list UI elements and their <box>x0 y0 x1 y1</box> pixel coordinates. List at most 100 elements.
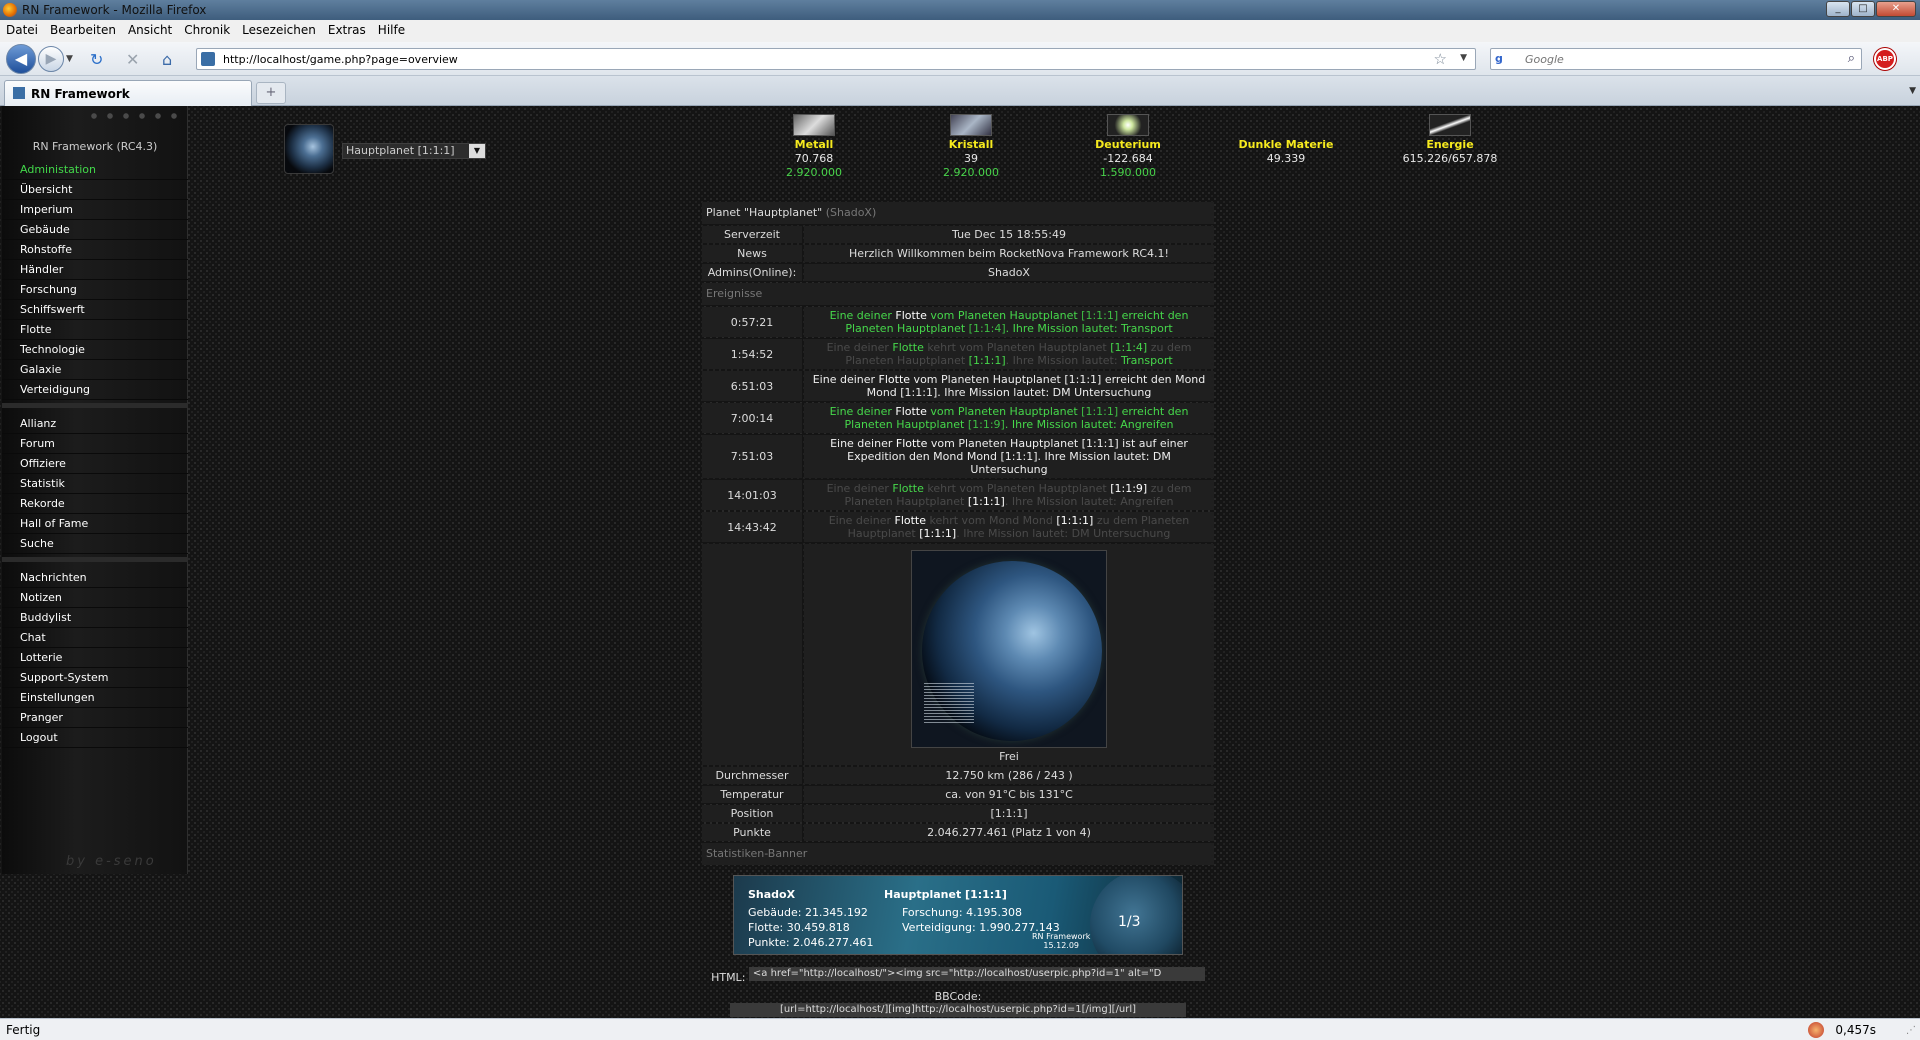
resize-grip-icon[interactable]: ⋰ <box>1906 1025 1916 1036</box>
menu-item-logout[interactable]: Logout <box>2 728 188 748</box>
forward-arrow-icon[interactable]: ▶ <box>38 46 64 72</box>
back-arrow-icon[interactable]: ◀ <box>6 44 36 74</box>
menu-bearbeiten[interactable]: Bearbeiten <box>44 20 122 37</box>
menu-brand-logo: by e-seno <box>66 854 157 869</box>
tab-list-icon[interactable]: ▼ <box>1909 86 1916 96</box>
menu-item-flotte[interactable]: Flotte <box>2 320 188 340</box>
menu-datei[interactable]: Datei <box>0 20 44 37</box>
status-bar: Fertig 0,457s ⋰ <box>0 1018 1920 1040</box>
chevron-down-icon[interactable]: ▼ <box>469 144 485 158</box>
reload-icon[interactable]: ↻ <box>90 50 103 69</box>
menu-item-gebaeude[interactable]: Gebäude <box>2 220 188 240</box>
temperatur-value: ca. von 91°C bis 131°C <box>804 786 1214 803</box>
event-row: 14:01:03 Eine deiner Flotte kehrt vom Pl… <box>702 480 1214 510</box>
menu-item-notizen[interactable]: Notizen <box>2 588 188 608</box>
coord-link[interactable]: [1:1:1] <box>919 527 956 540</box>
menu-item-administation[interactable]: Administation <box>2 160 188 180</box>
event-time: 14:01:03 <box>702 480 802 510</box>
fleet-link[interactable]: Flotte <box>879 373 911 386</box>
search-icon[interactable]: ⌕ <box>1848 51 1855 66</box>
google-icon[interactable]: g <box>1495 52 1509 66</box>
menu-item-uebersicht[interactable]: Übersicht <box>2 180 188 200</box>
coord-link[interactable]: [1:1:1] <box>969 354 1006 367</box>
event-time: 6:51:03 <box>702 371 802 401</box>
fleet-link[interactable]: Flotte <box>895 514 927 527</box>
fleet-link[interactable]: Flotte <box>892 341 924 354</box>
menu-item-pranger[interactable]: Pranger <box>2 708 188 728</box>
event-message: Eine deiner Flotte kehrt vom Mond Mond [… <box>804 512 1214 542</box>
menu-item-forschung[interactable]: Forschung <box>2 280 188 300</box>
menu-item-statistik[interactable]: Statistik <box>2 474 188 494</box>
coord-link[interactable]: [1:1:1] <box>900 386 937 399</box>
tab-rn-framework[interactable]: RN Framework <box>4 80 252 106</box>
coord-link[interactable]: [1:1:9] <box>1110 482 1147 495</box>
search-input[interactable] <box>1525 51 1825 67</box>
menu-item-allianz[interactable]: Allianz <box>2 414 188 434</box>
fleet-link[interactable]: Flotte <box>895 405 927 418</box>
new-tab-button[interactable]: + <box>256 82 286 104</box>
menu-item-galaxie[interactable]: Galaxie <box>2 360 188 380</box>
menu-item-support-system[interactable]: Support-System <box>2 668 188 688</box>
minimize-button[interactable]: _ <box>1826 1 1850 17</box>
site-identity-icon[interactable] <box>201 52 215 66</box>
game-menu: RN Framework (RC4.3) Administation Übers… <box>2 106 188 874</box>
coord-link[interactable]: [1:1:4] <box>969 322 1006 335</box>
home-icon[interactable]: ⌂ <box>162 50 172 69</box>
menu-item-einstellungen[interactable]: Einstellungen <box>2 688 188 708</box>
planet-image[interactable] <box>911 550 1107 748</box>
coord-link[interactable]: [1:1:1] <box>1082 437 1119 450</box>
coord-link[interactable]: [1:1:1] <box>1001 450 1038 463</box>
fleet-link[interactable]: Flotte <box>892 482 924 495</box>
maximize-button[interactable]: □ <box>1851 1 1875 17</box>
menu-item-chat[interactable]: Chat <box>2 628 188 648</box>
menu-item-haendler[interactable]: Händler <box>2 260 188 280</box>
table-row: Serverzeit Tue Dec 15 18:55:49 <box>702 226 1214 243</box>
menu-item-verteidigung[interactable]: Verteidigung <box>2 380 188 400</box>
menu-item-rekorde[interactable]: Rekorde <box>2 494 188 514</box>
coord-link[interactable]: [1:1:1] <box>1081 405 1118 418</box>
coord-link[interactable]: [1:1:1] <box>1056 514 1093 527</box>
search-bar[interactable]: g ⌕ <box>1490 48 1862 70</box>
menu-item-nachrichten[interactable]: Nachrichten <box>2 568 188 588</box>
coord-link[interactable]: [1:1:4] <box>1110 341 1147 354</box>
coord-link[interactable]: [1:1:1] <box>1064 373 1101 386</box>
menu-item-rohstoffe[interactable]: Rohstoffe <box>2 240 188 260</box>
firebug-icon[interactable] <box>1808 1022 1824 1038</box>
menu-item-schiffswerft[interactable]: Schiffswerft <box>2 300 188 320</box>
coord-link[interactable]: [1:1:1] <box>1081 309 1118 322</box>
url-bar[interactable]: ☆ ▼ <box>196 48 1476 70</box>
menu-item-lotterie[interactable]: Lotterie <box>2 648 188 668</box>
planet-thumbnail[interactable] <box>284 124 334 174</box>
adblock-plus-icon[interactable]: ABP <box>1874 48 1896 70</box>
menu-item-buddylist[interactable]: Buddylist <box>2 608 188 628</box>
menu-lesezeichen[interactable]: Lesezeichen <box>236 20 322 37</box>
position-value[interactable]: [1:1:1] <box>804 805 1214 822</box>
menu-item-technologie[interactable]: Technologie <box>2 340 188 360</box>
fleet-link[interactable]: Flotte <box>895 309 927 322</box>
menu-hilfe[interactable]: Hilfe <box>372 20 411 37</box>
firefox-icon <box>3 3 17 17</box>
menu-item-hall-of-fame[interactable]: Hall of Fame <box>2 514 188 534</box>
bbcode-field[interactable]: [url=http://localhost/][img]http://local… <box>730 1003 1186 1017</box>
menu-item-imperium[interactable]: Imperium <box>2 200 188 220</box>
planet-select[interactable]: Hauptplanet [1:1:1] ▼ <box>342 143 486 159</box>
menu-item-suche[interactable]: Suche <box>2 534 188 554</box>
event-row: 14:43:42 Eine deiner Flotte kehrt vom Mo… <box>702 512 1214 542</box>
menu-chronik[interactable]: Chronik <box>178 20 236 37</box>
event-row: 7:00:14 Eine deiner Flotte vom Planeten … <box>702 403 1214 433</box>
window-controls: _ □ ✕ <box>1826 1 1916 18</box>
menu-item-offiziere[interactable]: Offiziere <box>2 454 188 474</box>
history-dropdown-icon[interactable]: ▼ <box>66 54 73 64</box>
menu-extras[interactable]: Extras <box>322 20 372 37</box>
fleet-link[interactable]: Flotte <box>896 437 928 450</box>
bookmark-star-icon[interactable]: ☆ <box>1434 50 1447 68</box>
url-input[interactable] <box>223 51 1393 67</box>
stop-icon[interactable]: ✕ <box>126 50 139 69</box>
coord-link[interactable]: [1:1:9] <box>968 418 1005 431</box>
menu-item-forum[interactable]: Forum <box>2 434 188 454</box>
url-dropdown-icon[interactable]: ▼ <box>1460 53 1467 63</box>
coord-link[interactable]: [1:1:1] <box>968 495 1005 508</box>
close-window-button[interactable]: ✕ <box>1876 1 1916 17</box>
menu-ansicht[interactable]: Ansicht <box>122 20 178 37</box>
html-code-field[interactable]: <a href="http://localhost/"><img src="ht… <box>748 967 1205 981</box>
